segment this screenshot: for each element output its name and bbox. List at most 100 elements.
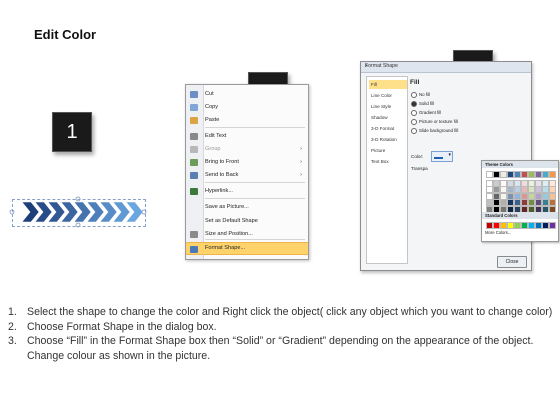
- color-swatch[interactable]: [549, 222, 556, 229]
- instruction-step: 2. Choose Format Shape in the dialog box.: [8, 320, 556, 335]
- chevron-right-icon: ›: [300, 172, 302, 178]
- close-icon[interactable]: x: [365, 63, 528, 69]
- menu-item-label: Set as Default Shape: [205, 218, 258, 224]
- menu-item-bring-to-front[interactable]: Bring to Front ›: [186, 156, 308, 169]
- category-3-d-format[interactable]: 3-D Format: [369, 124, 407, 133]
- menu-item-edit-text[interactable]: Edit Text: [186, 130, 308, 143]
- fill-heading: Fill: [410, 79, 420, 86]
- menu-separator: [205, 198, 305, 199]
- category-line-style[interactable]: Line Style: [369, 102, 407, 111]
- paste-icon: [190, 117, 198, 124]
- radio-button[interactable]: [411, 109, 417, 116]
- color-picker-button[interactable]: ▾: [431, 151, 453, 162]
- radio-button[interactable]: [411, 100, 417, 107]
- radio-button[interactable]: [411, 118, 417, 125]
- color-swatch[interactable]: [521, 171, 528, 178]
- color-swatch[interactable]: [486, 222, 493, 229]
- more-colors-link[interactable]: More Colors...: [485, 230, 511, 235]
- hyperlink-icon: [190, 188, 198, 195]
- send-back-icon: [190, 172, 198, 179]
- color-swatch[interactable]: [493, 171, 500, 178]
- edit-text-icon: [190, 133, 198, 140]
- step-number: 2.: [8, 320, 17, 333]
- color-swatch[interactable]: [542, 222, 549, 229]
- fill-option-label: Gradient fill: [419, 110, 442, 115]
- menu-separator: [205, 182, 305, 183]
- menu-item-label: Send to Back: [205, 172, 239, 178]
- step-number: 1.: [8, 306, 17, 318]
- color-swatch[interactable]: [514, 171, 521, 178]
- menu-item-set-as-default-shape[interactable]: Set as Default Shape: [186, 215, 308, 228]
- category-line-color[interactable]: Line Color: [369, 91, 407, 100]
- color-swatch[interactable]: [521, 222, 528, 229]
- menu-item-send-to-back[interactable]: Send to Back ›: [186, 169, 308, 182]
- standard-colors-heading: Standard Colors: [482, 212, 558, 219]
- category-3-d-rotation[interactable]: 3-D Rotation: [369, 135, 407, 144]
- color-swatch[interactable]: [493, 222, 500, 229]
- instruction-step: 3. Choose “Fill” in the Format Shape box …: [8, 334, 556, 363]
- fill-option-solid-fill[interactable]: Solid fill: [411, 100, 434, 107]
- color-swatch[interactable]: [500, 171, 507, 178]
- color-swatch[interactable]: [514, 222, 521, 229]
- menu-item-paste[interactable]: Paste: [186, 114, 308, 127]
- color-swatch[interactable]: [542, 171, 549, 178]
- step-number: 3.: [8, 335, 17, 348]
- fill-option-gradient-fill[interactable]: Gradient fill: [411, 109, 441, 116]
- menu-item-copy[interactable]: Copy: [186, 101, 308, 114]
- menu-item-group: Group ›: [186, 143, 308, 156]
- color-swatch: [434, 157, 443, 159]
- menu-item-label: Paste: [205, 117, 220, 123]
- copy-icon: [190, 104, 198, 111]
- category-list: Fill Line Color Line Style Shadow 3-D Format…: [366, 76, 408, 264]
- color-swatch[interactable]: [507, 222, 514, 229]
- fill-pane: Fill No fill Solid fill Gradient fill Pictu…: [409, 76, 559, 262]
- menu-item-label: Format Shape...: [205, 245, 246, 251]
- chevron-right-icon: ›: [300, 159, 302, 165]
- context-menu: Cut Copy Paste Edit Text Group › Bring to Fron…: [185, 84, 309, 260]
- selection-box: [12, 199, 146, 227]
- menu-item-label: Cut: [205, 91, 214, 97]
- radio-button[interactable]: [411, 127, 417, 134]
- close-button[interactable]: Close: [497, 256, 527, 268]
- page-title: Edit Color: [34, 27, 97, 42]
- color-swatch[interactable]: [486, 171, 493, 178]
- menu-item-hyperlink[interactable]: Hyperlink...: [186, 185, 308, 198]
- color-label: Color:: [411, 154, 424, 159]
- group-icon: [190, 146, 198, 153]
- color-swatch[interactable]: [528, 222, 535, 229]
- color-swatch[interactable]: [500, 222, 507, 229]
- step-text: Choose Format Shape in the dialog box.: [27, 320, 217, 333]
- color-swatch[interactable]: [507, 171, 514, 178]
- menu-item-label: Bring to Front: [205, 159, 239, 165]
- color-swatch[interactable]: [549, 171, 556, 178]
- color-swatch[interactable]: [535, 171, 542, 178]
- category-shadow[interactable]: Shadow: [369, 113, 407, 122]
- color-swatch[interactable]: [535, 222, 542, 229]
- chevron-right-icon: ›: [300, 146, 302, 152]
- menu-item-label: Group: [205, 146, 221, 152]
- menu-item-save-as-picture[interactable]: Save as Picture...: [186, 201, 308, 214]
- menu-item-label: Save as Picture...: [205, 204, 249, 210]
- transparency-label: Transpa: [411, 166, 428, 171]
- bring-front-icon: [190, 159, 198, 166]
- fill-option-no-fill[interactable]: No fill: [411, 91, 430, 98]
- menu-item-format-shape[interactable]: Format Shape...: [186, 242, 308, 255]
- size-position-icon: [190, 231, 198, 238]
- fill-option-picture-or-texture-fill[interactable]: Picture or texture fill: [411, 118, 458, 125]
- format-shape-icon: [190, 246, 198, 253]
- color-swatch[interactable]: [528, 171, 535, 178]
- fill-option-slide-background-fill[interactable]: Slide background fill: [411, 127, 458, 134]
- dialog-titlebar: Format Shape x: [361, 62, 531, 73]
- fill-option-label: No fill: [419, 92, 430, 97]
- instructions-list: 1. Select the shape to change the color a…: [8, 305, 556, 363]
- category-text-box[interactable]: Text Box: [369, 157, 407, 166]
- radio-button[interactable]: [411, 91, 417, 98]
- category-picture[interactable]: Picture: [369, 146, 407, 155]
- menu-item-label: Edit Text: [205, 133, 227, 139]
- menu-separator: [205, 239, 305, 240]
- step-text: Select the shape to change the color and…: [27, 306, 553, 318]
- category-fill[interactable]: Fill: [369, 80, 407, 89]
- chevron-arrows-shape[interactable]: [8, 196, 148, 230]
- chevron-down-icon: ▾: [448, 152, 451, 158]
- menu-item-cut[interactable]: Cut: [186, 88, 308, 101]
